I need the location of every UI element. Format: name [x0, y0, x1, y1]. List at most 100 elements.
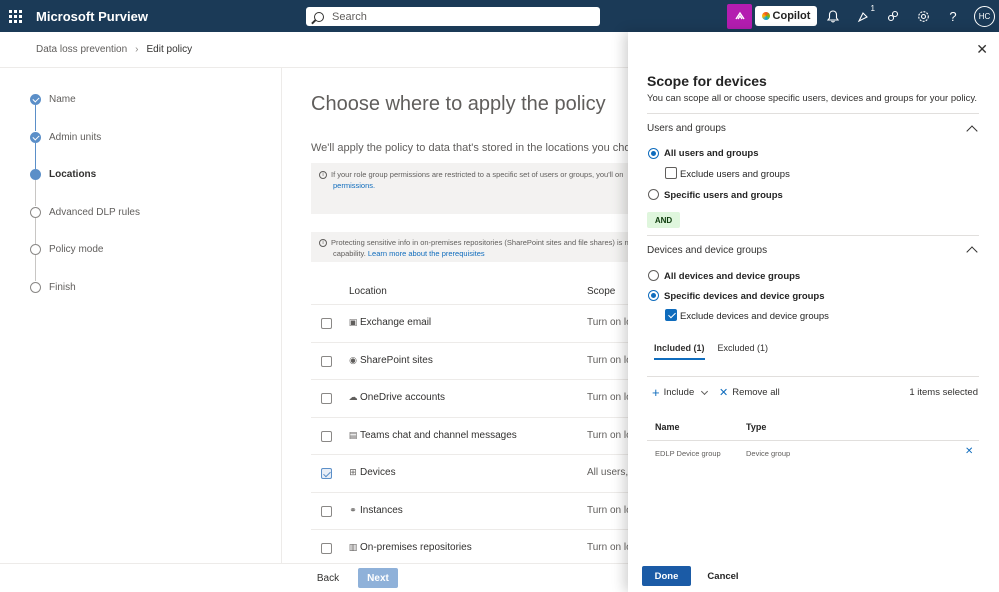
- chevron-up-icon[interactable]: [966, 246, 978, 258]
- table-row[interactable]: ▤ Teams chat and channel messages Turn o…: [311, 418, 628, 455]
- back-button[interactable]: Back: [309, 568, 347, 588]
- step-label: Finish: [49, 281, 76, 293]
- avatar[interactable]: HC: [974, 6, 995, 27]
- and-badge: AND: [647, 212, 680, 228]
- stepper-divider: [281, 68, 282, 563]
- location-name: Instances: [360, 504, 403, 516]
- chevron-down-icon: [701, 387, 709, 395]
- location-checkbox[interactable]: [321, 505, 332, 517]
- step-finish[interactable]: Finish: [30, 276, 140, 314]
- location-scope: Turn on lo: [587, 317, 628, 328]
- panel-title: Scope for devices: [647, 73, 767, 89]
- devices-section-title[interactable]: Devices and device groups: [647, 245, 767, 256]
- location-checkbox[interactable]: [321, 355, 332, 367]
- close-icon[interactable]: ✕: [976, 41, 988, 58]
- prerequisites-link[interactable]: Learn more about the prerequisites: [368, 249, 485, 258]
- location-scope: Turn on lo: [587, 504, 628, 516]
- specific-devices-radio[interactable]: [648, 290, 659, 301]
- remove-all-button[interactable]: ✕ Remove all: [719, 387, 780, 398]
- all-devices-label: All devices and device groups: [664, 271, 801, 282]
- step-policy-mode[interactable]: Policy mode: [30, 238, 140, 282]
- close-icon: ✕: [719, 386, 729, 399]
- tab-included[interactable]: Included (1): [654, 343, 705, 360]
- all-devices-radio[interactable]: [648, 270, 659, 281]
- panel-divider: [647, 235, 979, 236]
- check-icon: [30, 131, 41, 143]
- location-checkbox[interactable]: [321, 543, 332, 554]
- pending-step-icon: [30, 281, 41, 293]
- exclude-devices-checkbox[interactable]: [665, 309, 677, 321]
- breadcrumb-parent[interactable]: Data loss prevention: [36, 44, 127, 55]
- location-checkbox[interactable]: [321, 430, 332, 442]
- step-locations[interactable]: Locations: [30, 163, 140, 207]
- table-row[interactable]: ⊞ Devices All users, g: [311, 455, 628, 493]
- table-row[interactable]: ☁ OneDrive accounts Turn on lo: [311, 380, 628, 418]
- copilot-button[interactable]: Copilot: [755, 6, 817, 26]
- table-row[interactable]: ◉ SharePoint sites Turn on lo: [311, 343, 628, 380]
- app-title[interactable]: Microsoft Purview: [36, 9, 148, 24]
- location-scope: All users, g: [587, 467, 628, 478]
- include-button[interactable]: + Include: [652, 386, 709, 399]
- on-premises-info-bar: i Protecting sensitive info in on-premise…: [311, 232, 628, 262]
- step-connector: [35, 217, 36, 244]
- table-row[interactable]: ⚭ Instances Turn on lo: [311, 493, 628, 530]
- locations-table-header: Location Scope: [311, 281, 628, 305]
- step-connector: [35, 180, 36, 207]
- search-icon: [314, 11, 324, 22]
- search-placeholder: Search: [332, 10, 367, 23]
- column-header-type[interactable]: Type: [746, 422, 766, 432]
- server-icon: ▥: [348, 542, 358, 552]
- link-icon[interactable]: [885, 8, 901, 24]
- gear-icon[interactable]: [915, 8, 931, 24]
- permissions-link[interactable]: permissions.: [333, 181, 375, 190]
- column-header-scope[interactable]: Scope: [587, 286, 615, 297]
- location-name: Teams chat and channel messages: [360, 429, 517, 441]
- waffle-icon[interactable]: [0, 0, 30, 32]
- pending-step-icon: [30, 206, 41, 218]
- check-icon: [30, 94, 41, 105]
- include-label: Include: [663, 387, 695, 398]
- location-checkbox[interactable]: [321, 468, 332, 479]
- page-description: We'll apply the policy to data that's st…: [311, 142, 652, 154]
- teams-icon: ▤: [348, 429, 358, 440]
- breadcrumb-current: Edit policy: [146, 44, 193, 55]
- chevron-up-icon[interactable]: [966, 125, 978, 137]
- tab-excluded[interactable]: Excluded (1): [718, 343, 769, 360]
- device-group-type: Device group: [746, 449, 791, 458]
- specific-devices-label: Specific devices and device groups: [664, 291, 825, 302]
- step-label: Name: [49, 94, 76, 105]
- table-row[interactable]: EDLP Device group Device group ✕: [647, 441, 979, 467]
- all-users-radio[interactable]: [648, 148, 659, 159]
- info-text: If your role group permissions are restr…: [331, 170, 624, 179]
- exchange-icon: ▣: [348, 317, 358, 327]
- users-groups-section-title[interactable]: Users and groups: [647, 123, 726, 134]
- step-name[interactable]: Name: [30, 88, 140, 131]
- location-scope: Turn on lo: [587, 392, 628, 403]
- tabs-divider: [647, 376, 979, 377]
- search-input[interactable]: Search: [306, 7, 600, 26]
- done-button[interactable]: Done: [642, 566, 691, 586]
- help-icon[interactable]: ?: [945, 8, 961, 24]
- exclude-devices-label: Exclude devices and device groups: [680, 311, 829, 322]
- table-row[interactable]: ▥ On-premises repositories Turn on lo: [311, 530, 628, 568]
- cancel-button[interactable]: Cancel: [700, 566, 746, 586]
- remove-all-label: Remove all: [732, 387, 780, 398]
- step-admin-units[interactable]: Admin units: [30, 126, 140, 169]
- column-header-name[interactable]: Name: [655, 422, 680, 432]
- table-row[interactable]: ▣ Exchange email Turn on lo: [311, 305, 628, 343]
- exclude-users-checkbox[interactable]: [665, 167, 677, 179]
- notification-icon[interactable]: 1: [855, 4, 875, 24]
- next-button[interactable]: Next: [358, 568, 398, 588]
- specific-users-radio[interactable]: [648, 189, 659, 200]
- location-checkbox[interactable]: [321, 393, 332, 404]
- purview-icon[interactable]: [727, 4, 752, 29]
- location-name: OneDrive accounts: [360, 392, 446, 403]
- remove-row-icon[interactable]: ✕: [965, 446, 973, 457]
- location-checkbox[interactable]: [321, 318, 332, 329]
- chevron-right-icon: ›: [135, 44, 139, 55]
- column-header-location[interactable]: Location: [349, 286, 387, 297]
- location-scope: Turn on lo: [587, 354, 628, 366]
- step-advanced-dlp-rules[interactable]: Advanced DLP rules: [30, 201, 140, 244]
- windows-icon: ⊞: [349, 467, 357, 477]
- bell-icon[interactable]: [825, 8, 841, 24]
